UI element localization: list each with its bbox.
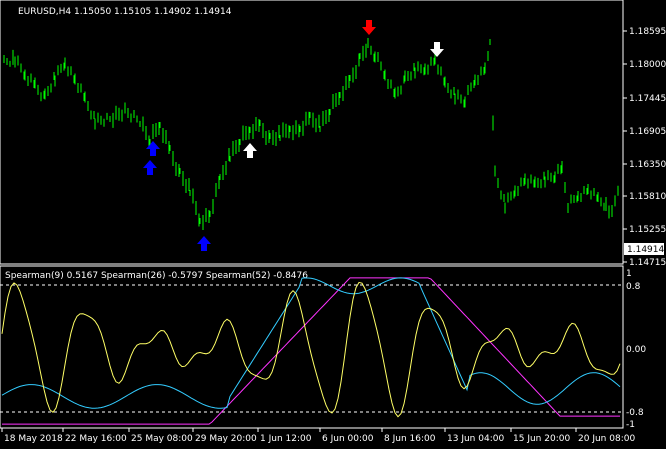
- price-tick-label: 1.18595: [629, 27, 666, 37]
- indicator-header: Spearman(9) 0.5167 Spearman(26) -0.5797 …: [5, 271, 308, 281]
- spearman-9-line: [1, 281, 621, 418]
- time-axis: 18 May 2018 22 May 16:00 25 May 08:00 29 Ma…: [1, 428, 635, 444]
- time-tick-label: 15 Jun 20:00: [513, 434, 570, 444]
- time-tick-label: 13 Jun 04:00: [447, 434, 504, 444]
- time-tick-label: 18 May 2018: [4, 434, 63, 444]
- time-tick-label: 22 May 16:00: [65, 434, 127, 444]
- buy-arrow-icon: [197, 236, 211, 251]
- time-tick-label: 1 Jun 12:00: [260, 434, 312, 444]
- price-header: EURUSD,H4 1.15050 1.15105 1.14902 1.1491…: [18, 7, 232, 17]
- buy-arrow-icon: [143, 160, 157, 175]
- sell-arrow-icon: [430, 42, 444, 57]
- candles-group: [3, 38, 619, 230]
- buy-arrow-icon: [146, 141, 160, 156]
- price-tick-label: 1.14715: [629, 258, 666, 268]
- time-tick-label: 20 Jun 08:00: [578, 434, 635, 444]
- indicator-tick-label: -1: [626, 420, 635, 430]
- current-price-label: 1.14914: [627, 245, 664, 255]
- indicator-tick-label: 1: [626, 269, 632, 279]
- sell-arrow-icon: [362, 20, 376, 35]
- time-tick-label: 6 Jun 00:00: [322, 434, 374, 444]
- time-tick-label: 8 Jun 16:00: [384, 434, 436, 444]
- trading-chart[interactable]: EURUSD,H4 1.15050 1.15105 1.14902 1.1491…: [0, 0, 666, 449]
- buy-arrow-icon: [243, 143, 257, 158]
- time-tick-label: 25 May 08:00: [131, 434, 193, 444]
- price-tick-label: 1.15255: [629, 225, 666, 235]
- spearman-26-line: [1, 277, 621, 409]
- indicator-scale: 1 0.8 0.00 -0.8 -1: [626, 269, 646, 430]
- price-tick-label: 1.16350: [629, 160, 666, 170]
- indicator-panel-frame: [0, 265, 624, 429]
- indicator-tick-label: -0.8: [626, 408, 644, 418]
- time-tick-label: 29 May 20:00: [195, 434, 257, 444]
- indicator-tick-label: 0.00: [626, 345, 646, 355]
- price-tick-label: 1.15810: [629, 192, 666, 202]
- price-scale: 1.18595 1.18000 1.17445 1.16905 1.16350 1.158…: [623, 27, 666, 268]
- price-tick-label: 1.16905: [629, 127, 666, 137]
- price-tick-label: 1.17445: [629, 94, 666, 104]
- indicator-tick-label: 0.8: [626, 282, 641, 292]
- price-tick-label: 1.18000: [629, 60, 666, 70]
- price-panel-frame: [0, 0, 624, 265]
